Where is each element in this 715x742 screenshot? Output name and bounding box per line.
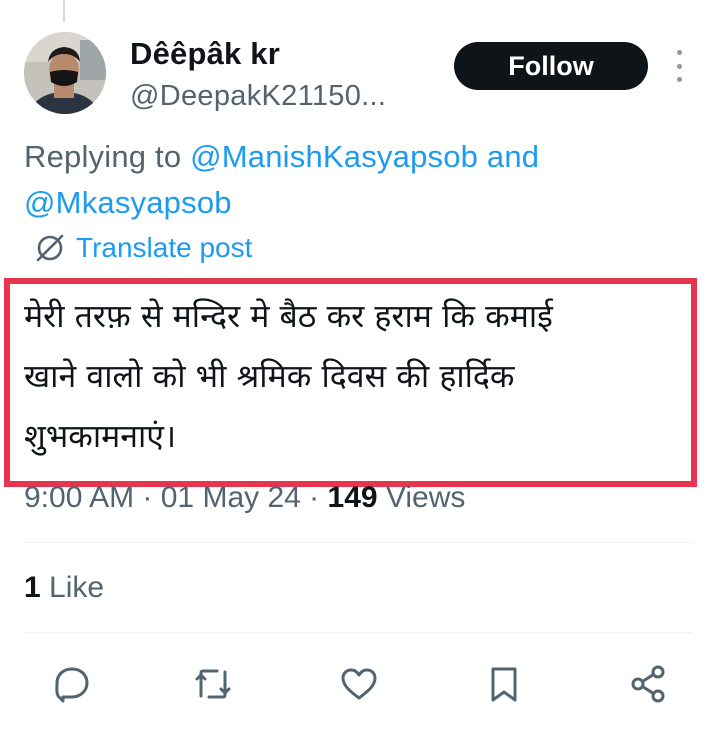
author-handle[interactable]: @DeepakK21150... <box>130 80 386 113</box>
thread-connector-line <box>63 0 65 22</box>
views-count[interactable]: 149 <box>328 481 378 514</box>
tweet-time[interactable]: 9:00 AM <box>24 481 134 514</box>
tweet-date[interactable]: 01 May 24 <box>161 481 301 514</box>
avatar[interactable] <box>24 32 106 114</box>
bookmark-button[interactable] <box>482 662 526 706</box>
meta-separator: · <box>300 481 328 514</box>
mention-link[interactable]: @Mkasyapsob <box>24 185 232 220</box>
retweet-button[interactable] <box>191 662 235 706</box>
like-button[interactable] <box>337 662 381 706</box>
replying-to-prefix: Replying to <box>24 139 191 174</box>
divider <box>24 632 692 633</box>
author-display-name[interactable]: Dêêpâk kr <box>130 36 280 72</box>
heart-icon <box>341 668 377 700</box>
tweet-meta: 9:00 AM · 01 May 24 · 149 Views <box>24 481 465 515</box>
divider <box>24 542 692 543</box>
reply-icon <box>55 667 89 703</box>
mention-conjunction[interactable]: and <box>478 139 539 174</box>
mention-link[interactable]: @ManishKasyapsob <box>190 139 478 174</box>
avatar-image <box>24 32 106 114</box>
tweet-text-line: शुभकामनाएं। <box>24 417 177 455</box>
share-button[interactable] <box>626 662 670 706</box>
likes-label: Like <box>40 571 105 604</box>
action-bar <box>0 654 715 714</box>
tweet-text-line: खाने वालो को भी श्रमिक दिवस की हार्दिक <box>24 357 515 395</box>
more-options-icon[interactable] <box>668 50 690 82</box>
follow-button[interactable]: Follow <box>454 42 648 90</box>
reply-button[interactable] <box>50 662 94 706</box>
likes-count: 1 <box>24 571 41 604</box>
more-dot <box>676 50 682 55</box>
retweet-icon <box>195 669 231 699</box>
replying-to-line: Replying to @ManishKasyapsob and @Mkasya… <box>24 134 664 226</box>
globe-slash-icon <box>36 234 64 262</box>
tweet-text-line: मेरी तरफ़ से मन्दिर मे बैठ कर हराम कि कम… <box>24 297 553 335</box>
tweet-text: मेरी तरफ़ से मन्दिर मे बैठ कर हराम कि कम… <box>24 286 679 466</box>
likes-summary[interactable]: 1 Like <box>24 571 104 605</box>
bookmark-icon <box>491 667 517 702</box>
views-label[interactable]: Views <box>378 481 466 514</box>
translate-post-label: Translate post <box>76 232 253 263</box>
translate-post-link[interactable]: Translate post <box>34 232 252 264</box>
meta-separator: · <box>134 481 161 514</box>
more-dot <box>676 63 682 69</box>
share-icon <box>631 665 665 703</box>
more-dot <box>676 77 682 82</box>
